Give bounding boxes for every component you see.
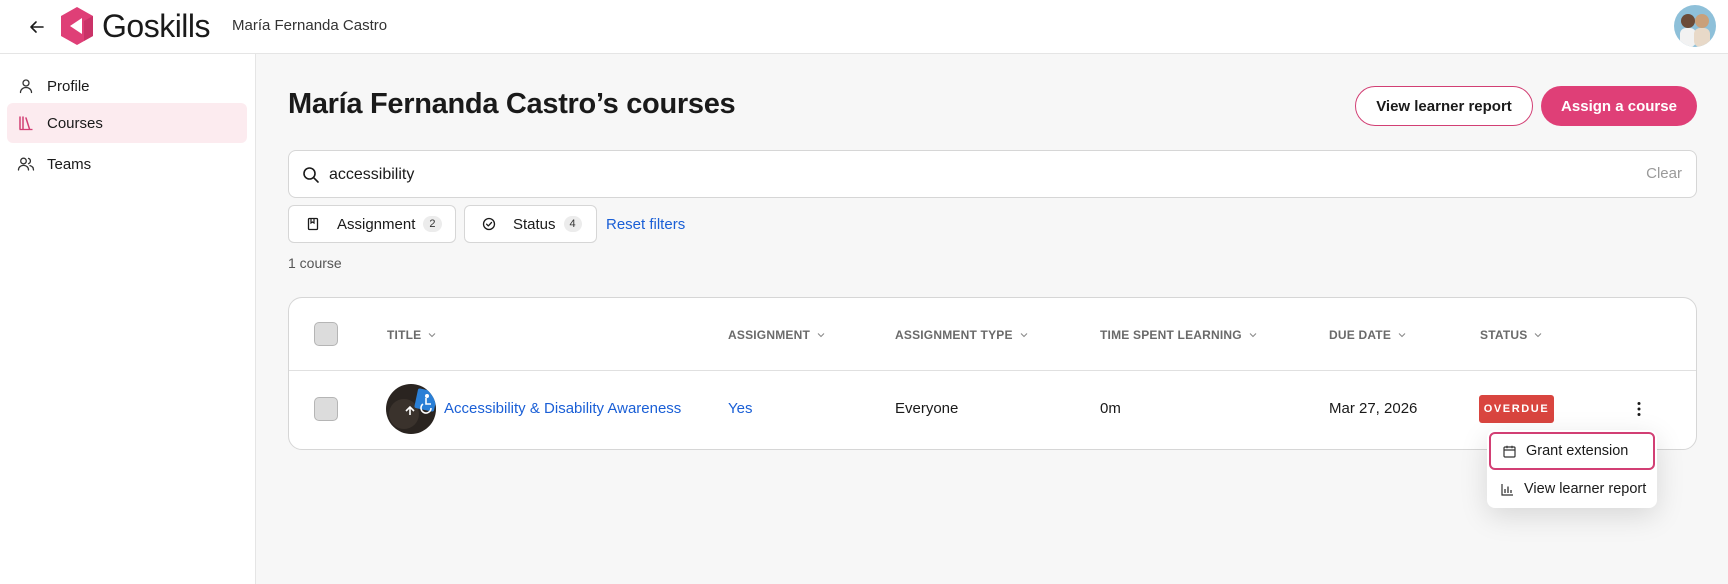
course-thumbnail[interactable] [386, 384, 436, 434]
search-icon [303, 167, 319, 183]
column-header-title[interactable]: TITLE [387, 328, 436, 342]
row-actions-menu: Grant extension View learner report [1487, 430, 1657, 508]
view-learner-report-button[interactable]: View learner report [1355, 86, 1533, 126]
menu-item-label: View learner report [1524, 481, 1647, 497]
arrow-left-icon [30, 21, 44, 33]
goskills-logo-mark-icon [61, 7, 93, 45]
chevron-down-icon [817, 333, 825, 338]
column-header-status[interactable]: STATUS [1480, 328, 1542, 342]
chevron-down-icon [1398, 333, 1406, 338]
filter-label: Assignment [337, 215, 416, 233]
calendar-icon [1502, 444, 1516, 458]
chevron-down-icon [1020, 333, 1028, 338]
search-input[interactable] [329, 159, 1609, 191]
reset-filters-link[interactable]: Reset filters [606, 216, 685, 233]
time-spent-value: 0m [1100, 400, 1121, 417]
users-icon [17, 155, 35, 173]
bar-chart-icon [1500, 482, 1514, 496]
row-checkbox[interactable] [314, 397, 338, 421]
filter-count-badge: 2 [423, 216, 442, 232]
search-bar: Clear [288, 150, 1697, 198]
sidebar-item-profile[interactable]: Profile [7, 66, 247, 106]
due-date-value: Mar 27, 2026 [1329, 400, 1418, 417]
books-icon [17, 114, 35, 132]
check-circle-icon [481, 216, 497, 232]
sidebar-item-label: Teams [47, 155, 92, 173]
sidebar-item-label: Courses [47, 114, 103, 132]
sidebar-item-courses[interactable]: Courses [7, 103, 247, 143]
assignment-value-link[interactable]: Yes [728, 400, 752, 417]
top-header: Goskills María Fernanda Castro [0, 0, 1728, 54]
row-actions-button[interactable] [1628, 396, 1650, 422]
chevron-down-icon [1249, 333, 1257, 338]
user-icon [17, 77, 35, 95]
sidebar-item-label: Profile [47, 77, 90, 95]
chevron-down-icon [1535, 333, 1542, 338]
column-header-assignment-type[interactable]: ASSIGNMENT TYPE [895, 328, 1028, 342]
column-header-assignment[interactable]: ASSIGNMENT [728, 328, 825, 342]
course-title-link[interactable]: Accessibility & Disability Awareness [444, 400, 681, 417]
avatar-photo-icon [1674, 5, 1716, 47]
assignment-type-value: Everyone [895, 400, 959, 417]
accessibility-course-image-icon [386, 384, 436, 434]
course-count: 1 course [288, 255, 342, 271]
grant-extension-menu-item[interactable]: Grant extension [1489, 432, 1655, 470]
logo-text: Goskills [102, 7, 211, 44]
table-header-divider [289, 370, 1696, 371]
assignment-filter-button[interactable]: Assignment 2 [288, 205, 456, 243]
learner-name: María Fernanda Castro [232, 17, 388, 34]
page-title: María Fernanda Castro’s courses [288, 88, 736, 120]
goskills-logo[interactable]: Goskills [58, 5, 211, 47]
assign-course-button[interactable]: Assign a course [1541, 86, 1697, 126]
select-all-checkbox[interactable] [314, 322, 338, 346]
column-header-time-spent[interactable]: TIME SPENT LEARNING [1100, 328, 1257, 342]
status-badge: OVERDUE [1479, 395, 1554, 423]
sidebar: Profile Courses Teams [0, 54, 256, 584]
clear-search-button[interactable]: Clear [1646, 165, 1682, 182]
column-header-due-date[interactable]: DUE DATE [1329, 328, 1406, 342]
filter-label: Status [513, 215, 556, 233]
view-learner-report-menu-item[interactable]: View learner report [1489, 470, 1655, 508]
sidebar-item-teams[interactable]: Teams [7, 144, 247, 184]
user-avatar[interactable] [1674, 5, 1716, 47]
chevron-down-icon [428, 333, 436, 338]
back-button[interactable] [24, 14, 50, 40]
status-filter-button[interactable]: Status 4 [464, 205, 597, 243]
more-vertical-icon [1637, 402, 1641, 416]
menu-item-label: Grant extension [1526, 443, 1629, 459]
filter-count-badge: 4 [563, 216, 582, 232]
courses-table: TITLE ASSIGNMENT ASSIGNMENT TYPE TIME SP… [288, 297, 1697, 450]
bookmark-icon [305, 216, 321, 232]
